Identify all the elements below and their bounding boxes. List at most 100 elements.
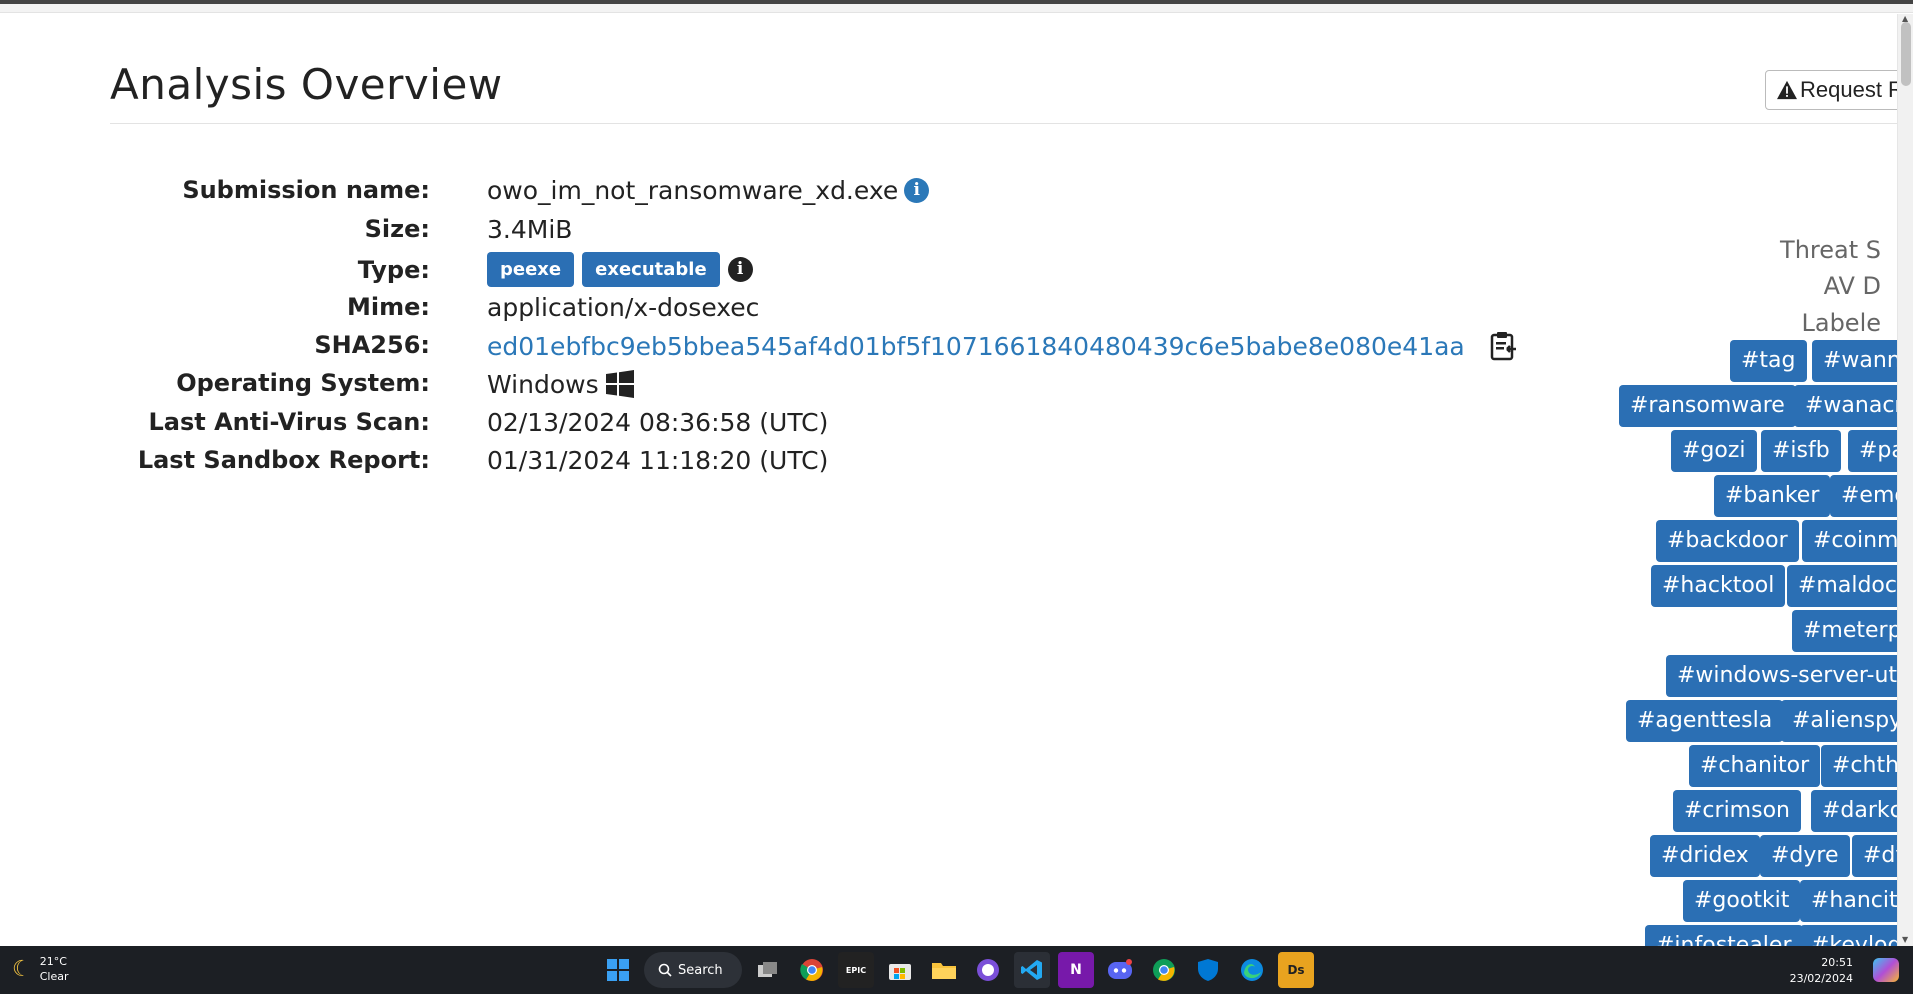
page-title: Analysis Overview [110,60,503,109]
tag-link[interactable]: #meterp [1792,610,1897,652]
epic-games-icon[interactable]: EPIC [838,952,874,988]
request-button-label: Request R [1800,77,1897,102]
os-value-wrap: Windows [487,369,635,399]
taskbar-clock[interactable]: 20:51 23/02/2024 [1790,955,1853,987]
type-value: peexe executable i [487,252,753,287]
last-av-scan-row: Last Anti-Virus Scan: 02/13/2024 08:36:5… [0,408,1500,442]
weather-widget[interactable]: ☾ 21°C Clear [12,954,69,984]
tag-link[interactable]: #wanna [1812,340,1897,382]
taskbar: ☾ 21°C Clear Search EPIC N Ds 20:51 23/0… [0,946,1913,994]
scrollbar-thumb[interactable] [1901,22,1911,86]
copilot-icon[interactable] [1873,958,1899,982]
davinci-icon[interactable]: Ds [1278,952,1314,988]
tag-link[interactable]: #banker [1714,475,1831,517]
task-view-icon[interactable] [750,952,786,988]
tag-link[interactable]: #dy [1852,835,1897,877]
submission-name-label: Submission name: [182,176,430,204]
tag-link[interactable]: #pa [1848,430,1897,472]
windows-start-icon[interactable] [600,952,636,988]
shield-icon[interactable] [1190,952,1226,988]
github-desktop-icon[interactable] [970,952,1006,988]
last-av-scan-value: 02/13/2024 08:36:58 (UTC) [487,408,829,437]
tag-link[interactable]: #coinmi [1802,520,1897,562]
chrome-icon[interactable] [794,952,830,988]
tag-link[interactable]: #maldoc [1787,565,1897,607]
title-divider [110,123,1897,124]
tag-link[interactable]: #gootkit [1683,880,1801,922]
type-label: Type: [357,256,430,284]
weather-temperature: 21°C [39,955,67,968]
size-label: Size: [364,215,430,243]
clock-time: 20:51 [1821,956,1853,969]
edge-icon[interactable] [1234,952,1270,988]
tag-link[interactable]: #infostealer [1645,925,1803,946]
tag-link[interactable]: #wanacr [1794,385,1897,427]
microsoft-store-icon[interactable] [882,952,918,988]
page-scrollbar[interactable]: ▲ ▼ [1897,14,1913,946]
submission-name-value: owo_im_not_ransomware_xd.exe [487,176,899,205]
tag-link[interactable]: #dridex [1650,835,1760,877]
threat-score-label: Threat S [1780,236,1881,264]
submission-name-row: Submission name: owo_im_not_ransomware_x… [0,176,1500,210]
clock-date: 23/02/2024 [1789,972,1853,985]
av-detection-label: AV D [1823,272,1881,300]
last-av-scan-label: Last Anti-Virus Scan: [148,408,430,436]
sha256-link[interactable]: ed01ebfbc9eb5bbea545af4d01bf5f1071661840… [487,332,1465,361]
tag-link[interactable]: #isfb [1761,430,1841,472]
tag-link[interactable]: #chanitor [1689,745,1821,787]
type-badge-peexe[interactable]: peexe [487,252,575,287]
taskbar-apps: Search EPIC N Ds [600,952,1314,988]
tag-link[interactable]: #darkco [1811,790,1897,832]
tag-link[interactable]: #ransomware [1619,385,1796,427]
browser-toolbar-edge [0,4,1913,13]
mime-value: application/x-dosexec [487,293,760,322]
vscode-icon[interactable] [1014,952,1050,988]
tag-link[interactable]: #crimson [1673,790,1801,832]
labeled-as-label: Labele [1801,309,1881,337]
windows-logo-icon [605,370,634,398]
discord-icon[interactable] [1102,952,1138,988]
tag-link[interactable]: #alienspy [1781,700,1897,742]
search-icon [658,963,672,977]
page-content: Analysis Overview Request R Submission n… [0,14,1897,946]
file-explorer-icon[interactable] [926,952,962,988]
tag-link[interactable]: #hacktool [1651,565,1786,607]
tag-link[interactable]: #tag [1730,340,1807,382]
sha256-value-wrap: ed01ebfbc9eb5bbea545af4d01bf5f1071661840… [487,331,1517,361]
info-icon[interactable]: i [904,178,930,203]
mime-label: Mime: [347,293,430,321]
size-row: Size: 3.4MiB [0,215,1500,249]
os-label: Operating System: [176,369,430,397]
tag-link[interactable]: #emo [1830,475,1897,517]
clipboard-copy-icon[interactable] [1489,331,1517,361]
mime-row: Mime: application/x-dosexec [0,293,1500,327]
moon-icon: ☾ [12,956,32,982]
sha256-label: SHA256: [314,331,430,359]
tag-link[interactable]: #gozi [1671,430,1757,472]
last-sandbox-row: Last Sandbox Report: 01/31/2024 11:18:20… [0,446,1500,480]
type-badge-executable[interactable]: executable [582,252,720,287]
warning-icon [1777,80,1797,100]
tag-link[interactable]: #chth [1821,745,1897,787]
taskbar-search-button[interactable]: Search [644,952,742,988]
tag-link[interactable]: #hancit [1800,880,1897,922]
info-icon[interactable]: i [727,257,753,282]
submission-name-value-wrap: owo_im_not_ransomware_xd.exe i [487,176,930,205]
tag-link[interactable]: #dyre [1760,835,1850,877]
onenote-icon[interactable]: N [1058,952,1094,988]
request-button[interactable]: Request R [1765,70,1897,110]
os-value: Windows [487,369,599,399]
os-row: Operating System: Windows [0,369,1500,403]
tag-link[interactable]: #keylog [1800,925,1897,946]
tag-link[interactable]: #windows-server-util [1666,655,1897,697]
scroll-down-arrow-icon[interactable]: ▼ [1902,935,1908,944]
type-row: Type: peexe executable i [0,252,1500,294]
search-label: Search [678,962,723,978]
size-value: 3.4MiB [487,215,573,244]
tag-link[interactable]: #agenttesla [1626,700,1784,742]
tag-link[interactable]: #backdoor [1656,520,1799,562]
sha256-row: SHA256: ed01ebfbc9eb5bbea545af4d01bf5f10… [0,331,1516,365]
chrome-profile-icon[interactable] [1146,952,1182,988]
last-sandbox-value: 01/31/2024 11:18:20 (UTC) [487,446,829,475]
weather-condition: Clear [39,970,69,983]
